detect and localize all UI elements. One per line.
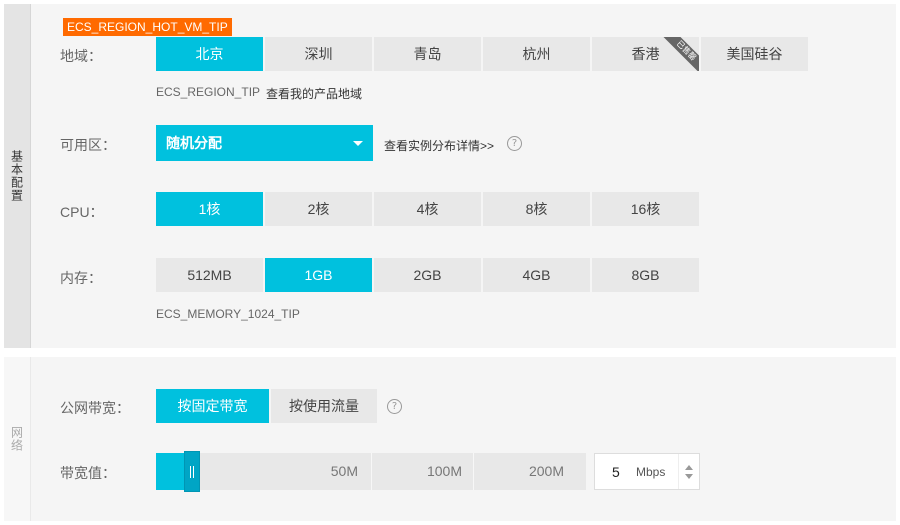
basic-config-title: 基本配置 xyxy=(9,150,24,202)
bandwidth-slider[interactable]: 50M 100M 200M xyxy=(156,451,586,492)
zone-select[interactable]: 随机分配 xyxy=(156,125,373,161)
slider-tick-50m: 50M xyxy=(330,463,358,479)
zone-select-value: 随机分配 xyxy=(166,136,222,152)
network-side-tab[interactable]: 网络 xyxy=(4,357,31,521)
cpu-option-4[interactable]: 4核 xyxy=(374,192,481,226)
region-hot-tip-tag: ECS_REGION_HOT_VM_TIP xyxy=(63,18,232,36)
region-option-shenzhen[interactable]: 深圳 xyxy=(265,37,372,71)
region-tip-text: ECS_REGION_TIP xyxy=(156,85,261,99)
bandwidth-input[interactable]: 5 Mbps xyxy=(594,453,700,490)
my-product-regions-link[interactable]: 查看我的产品地域 xyxy=(266,85,362,102)
cpu-option-8[interactable]: 8核 xyxy=(483,192,590,226)
bandwidth-stepper[interactable] xyxy=(678,454,699,489)
stepper-up-icon[interactable] xyxy=(685,464,693,470)
bandwidth-input-value[interactable]: 5 xyxy=(612,464,636,480)
help-icon[interactable]: ? xyxy=(507,136,522,151)
instance-distribution-link[interactable]: 查看实例分布详情>> xyxy=(384,137,494,154)
memory-option-1gb[interactable]: 1GB xyxy=(265,258,372,292)
chevron-down-icon xyxy=(353,141,363,146)
region-label: 地域： xyxy=(60,48,102,64)
cpu-options: 1核 2核 4核 8核 16核 xyxy=(156,192,701,226)
basic-config-panel: 基本配置 ECS_REGION_HOT_VM_TIP 地域： 北京 深圳 青岛 … xyxy=(4,4,896,348)
region-option-hangzhou[interactable]: 杭州 xyxy=(483,37,590,71)
region-option-qingdao[interactable]: 青岛 xyxy=(374,37,481,71)
memory-option-4gb[interactable]: 4GB xyxy=(483,258,590,292)
memory-option-8gb[interactable]: 8GB xyxy=(592,258,699,292)
memory-options: 512MB 1GB 2GB 4GB 8GB xyxy=(156,258,701,292)
memory-option-512mb[interactable]: 512MB xyxy=(156,258,263,292)
network-panel: 网络 公网带宽： 按固定带宽 按使用流量 ? 带宽值： 50M 100M 200… xyxy=(4,357,896,521)
region-option-beijing[interactable]: 北京 xyxy=(156,37,263,71)
bandwidth-billing-label: 公网带宽： xyxy=(60,400,130,416)
cpu-option-16[interactable]: 16核 xyxy=(592,192,699,226)
region-option-hongkong[interactable]: 香港 已售罄 xyxy=(592,37,699,71)
region-options: 北京 深圳 青岛 杭州 香港 已售罄 美国硅谷 xyxy=(156,37,810,71)
region-option-silicon-valley[interactable]: 美国硅谷 xyxy=(701,37,808,71)
sold-out-ribbon: 已售罄 xyxy=(661,37,699,71)
basic-config-side-tab[interactable]: 基本配置 xyxy=(4,4,31,348)
bandwidth-value-label: 带宽值： xyxy=(60,465,116,481)
fixed-bandwidth-button[interactable]: 按固定带宽 xyxy=(156,389,269,423)
slider-tick-100m: 100M xyxy=(426,463,462,479)
cpu-option-2[interactable]: 2核 xyxy=(265,192,372,226)
slider-tick-200m: 200M xyxy=(528,463,564,479)
memory-option-2gb[interactable]: 2GB xyxy=(374,258,481,292)
cpu-label: CPU： xyxy=(60,204,104,220)
bandwidth-unit: Mbps xyxy=(636,464,666,479)
zone-label: 可用区： xyxy=(60,137,116,153)
cpu-option-1[interactable]: 1核 xyxy=(156,192,263,226)
stepper-down-icon[interactable] xyxy=(685,473,693,479)
bandwidth-slider-handle[interactable] xyxy=(184,451,200,492)
help-icon[interactable]: ? xyxy=(387,399,402,414)
region-option-hongkong-label: 香港 xyxy=(631,46,660,62)
network-title: 网络 xyxy=(9,426,24,452)
memory-tip-text: ECS_MEMORY_1024_TIP xyxy=(156,307,300,321)
memory-label: 内存： xyxy=(60,270,102,286)
pay-by-traffic-button[interactable]: 按使用流量 xyxy=(271,389,377,423)
bandwidth-billing-options: 按固定带宽 按使用流量 xyxy=(156,389,379,423)
